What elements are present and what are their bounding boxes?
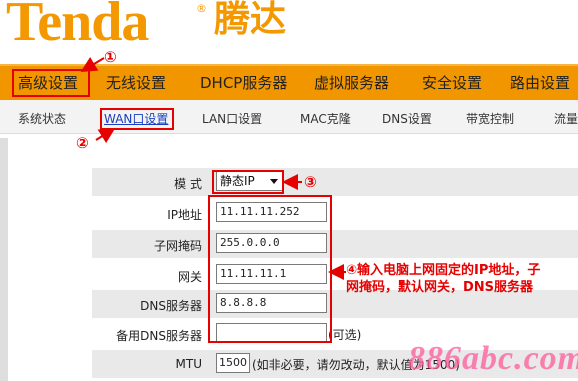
row-ip: IP地址 11.11.11.252 (92, 199, 578, 227)
annotation-1: ① (104, 48, 117, 66)
nav-wireless-settings[interactable]: 无线设置 (106, 72, 166, 93)
mtu-input[interactable]: 1500 (216, 353, 250, 373)
highlight-advanced-settings (12, 69, 90, 97)
subnav-mac-clone[interactable]: MAC克隆 (300, 110, 351, 127)
nav-security-settings[interactable]: 安全设置 (422, 72, 482, 93)
row-mask: 子网掩码 255.0.0.0 (92, 230, 578, 258)
mask-label: 子网掩码 (153, 239, 202, 253)
ip-label: IP地址 (167, 208, 202, 222)
subnav-dns-settings[interactable]: DNS设置 (382, 110, 432, 127)
sub-nav: 系统状态 WAN口设置 LAN口设置 MAC克隆 DNS设置 带宽控制 流量 (0, 100, 578, 134)
tenda-logo: Tenda (6, 0, 149, 53)
subnav-bandwidth-control[interactable]: 带宽控制 (466, 110, 514, 127)
mode-label: 模 式 (174, 177, 202, 191)
subnav-lan-settings[interactable]: LAN口设置 (202, 110, 262, 127)
nav-virtual-server[interactable]: 虚拟服务器 (314, 72, 389, 93)
annotation-3: ③ (304, 173, 317, 191)
annotation-2: ② (76, 134, 89, 152)
header: Tenda ® 腾达 (0, 0, 578, 64)
watermark: 886abc.com (408, 340, 578, 377)
nav-dhcp-server[interactable]: DHCP服务器 (200, 72, 287, 93)
annotation-4-text: ④输入电脑上网固定的IP地址，子网掩码，默认网关，DNS服务器 (346, 263, 541, 295)
optional-note: (可选) (328, 328, 362, 342)
dns2-label: 备用DNS服务器 (116, 329, 202, 343)
nav-routing-settings[interactable]: 路由设置 (510, 72, 570, 93)
highlight-wan-settings (100, 108, 174, 130)
highlight-mode-select (212, 170, 284, 194)
tenda-logo-chinese: 腾达 (214, 0, 287, 40)
gateway-label: 网关 (177, 270, 202, 284)
highlight-form-fields (208, 195, 332, 343)
subnav-system-status[interactable]: 系统状态 (18, 110, 66, 127)
left-band (0, 138, 8, 381)
row-mode: 模 式 静态IP (92, 168, 578, 196)
subnav-traffic[interactable]: 流量 (554, 110, 578, 127)
mtu-label: MTU (175, 357, 202, 371)
registered-mark: ® (196, 2, 207, 15)
dns-label: DNS服务器 (140, 299, 202, 313)
